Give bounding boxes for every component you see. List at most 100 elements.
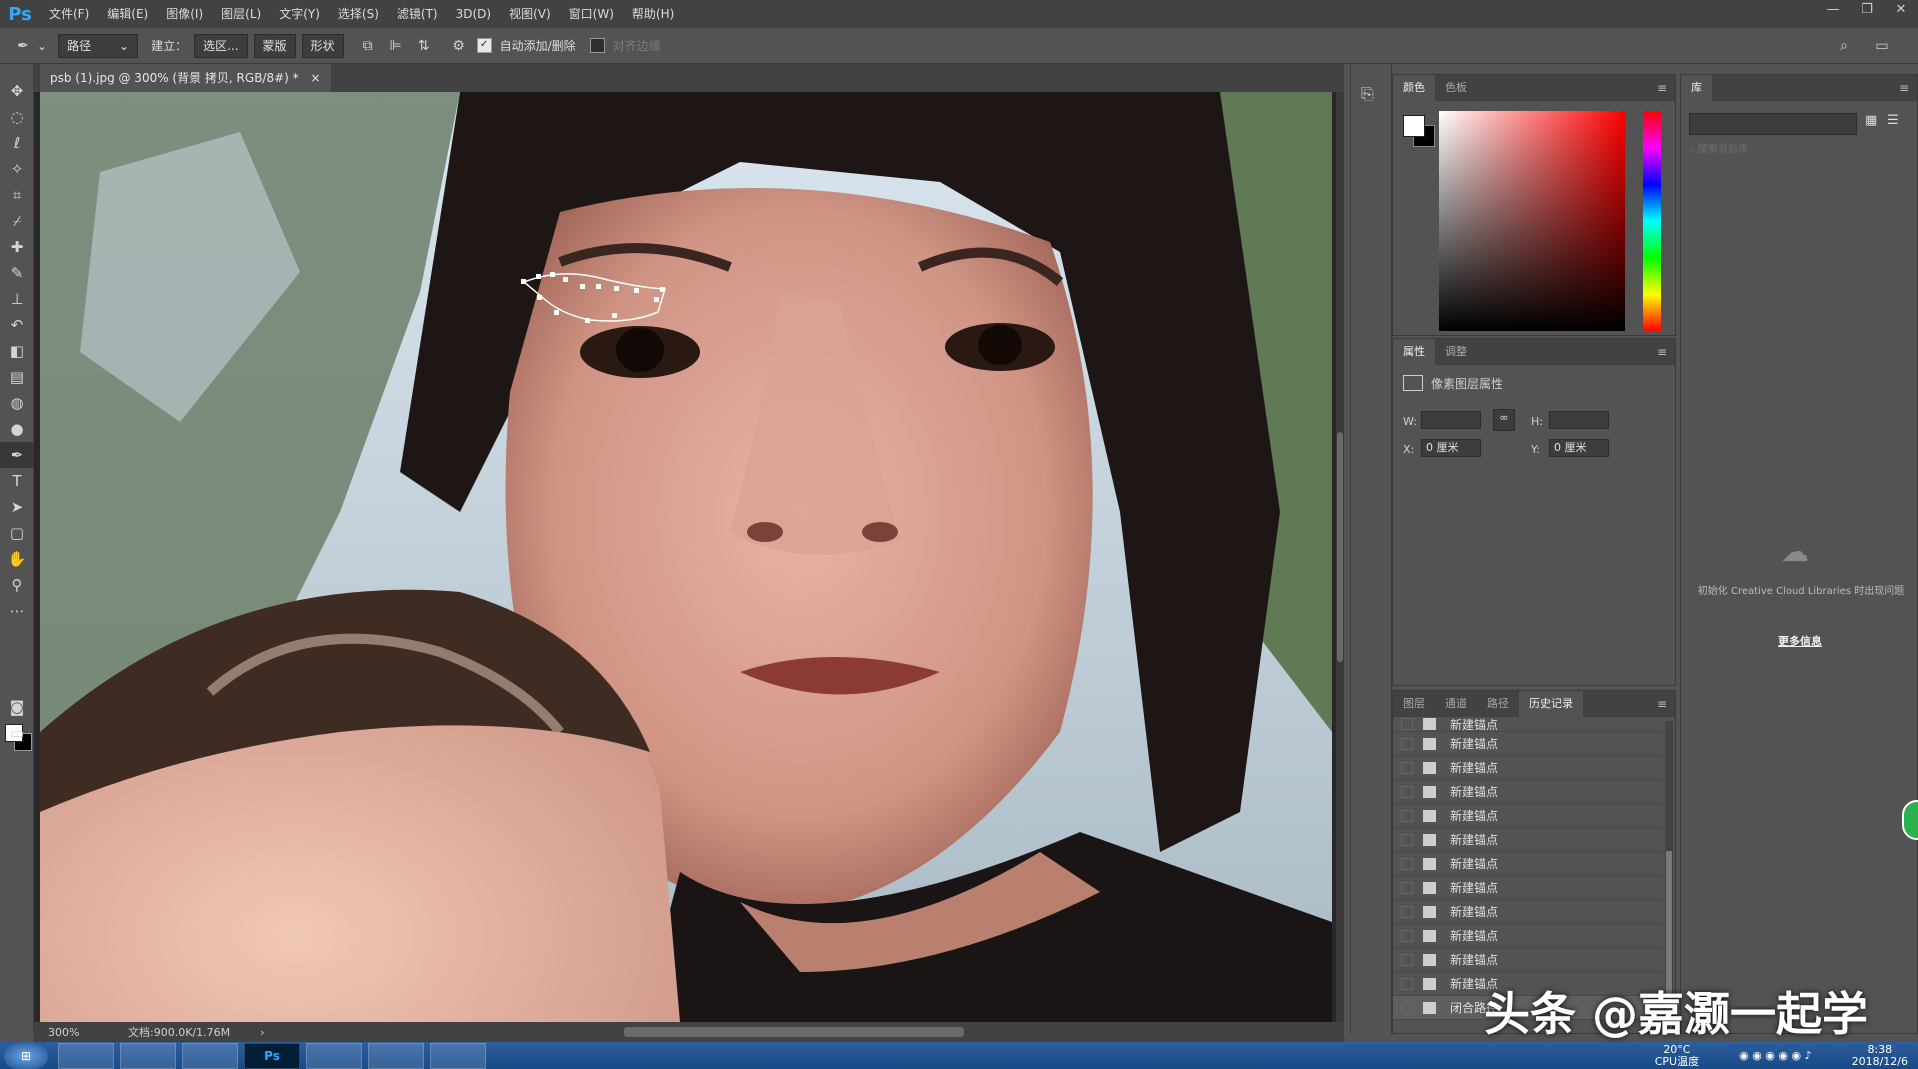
history-source-checkbox[interactable] <box>1401 809 1413 822</box>
mode-select[interactable]: 路径 ⌄ <box>58 33 139 58</box>
path-alignment-icon[interactable]: ⊫ <box>385 35 407 57</box>
x-input[interactable]: 0 厘米 <box>1421 439 1481 457</box>
mask-button[interactable]: 蒙版 <box>253 33 296 58</box>
restore-button[interactable]: ❐ <box>1850 0 1884 22</box>
eyedropper-tool-icon[interactable]: ⌿ <box>0 208 34 234</box>
history-source-checkbox[interactable] <box>1401 905 1413 918</box>
menu-view[interactable]: 视图(V) <box>500 0 560 28</box>
tab-color[interactable]: 颜色 <box>1393 75 1435 101</box>
history-source-checkbox[interactable] <box>1401 929 1413 942</box>
quick-mask-icon[interactable]: ◙ <box>0 694 34 720</box>
menu-type[interactable]: 文字(Y) <box>270 0 329 28</box>
history-item[interactable]: 新建锚点 <box>1393 852 1663 876</box>
eraser-tool-icon[interactable]: ◧ <box>0 338 34 364</box>
hue-slider[interactable] <box>1643 111 1661 331</box>
close-button[interactable]: ✕ <box>1884 0 1918 22</box>
history-source-checkbox[interactable] <box>1401 1001 1413 1014</box>
document-tab[interactable]: psb (1).jpg @ 300% (背景 拷贝, RGB/8#) * × <box>40 64 331 92</box>
tab-libraries[interactable]: 库 <box>1681 75 1712 101</box>
more-info-link[interactable]: 更多信息 <box>1681 633 1918 649</box>
tab-paths[interactable]: 路径 <box>1477 691 1519 717</box>
path-operations-icon[interactable]: ⧉ <box>357 35 379 57</box>
y-input[interactable]: 0 厘米 <box>1549 439 1609 457</box>
library-search-input[interactable]: ⌕ 搜索当前库 <box>1689 141 1913 159</box>
move-tool-icon[interactable]: ✥ <box>0 78 34 104</box>
tray-icons[interactable]: ◉ ◉ ◉ ◉ ◉ ♪ <box>1739 1049 1812 1062</box>
shape-tool-icon[interactable]: ▢ <box>0 520 34 546</box>
history-item[interactable]: 新建锚点 <box>1393 732 1663 756</box>
taskbar-app-1[interactable] <box>58 1042 114 1069</box>
crop-tool-icon[interactable]: ⌗ <box>0 182 34 208</box>
menu-file[interactable]: 文件(F) <box>40 0 98 28</box>
align-edges-checkbox[interactable] <box>589 38 605 53</box>
panel-menu-icon[interactable]: ≡ <box>1657 691 1667 717</box>
tab-adjustments[interactable]: 调整 <box>1435 339 1477 365</box>
screen-mode-icon[interactable]: ▭ <box>0 720 34 746</box>
close-tab-icon[interactable]: × <box>310 71 320 85</box>
magic-wand-tool-icon[interactable]: ✧ <box>0 156 34 182</box>
taskbar-app-photoshop[interactable]: Ps <box>244 1042 300 1069</box>
history-source-checkbox[interactable] <box>1401 785 1413 798</box>
tab-properties[interactable]: 属性 <box>1393 339 1435 365</box>
brush-tool-icon[interactable]: ✎ <box>0 260 34 286</box>
tab-layers[interactable]: 图层 <box>1393 691 1435 717</box>
menu-filter[interactable]: 滤镜(T) <box>388 0 447 28</box>
vertical-scrollbar[interactable] <box>1336 92 1344 1022</box>
search-icon[interactable]: ⌕ <box>1833 35 1855 57</box>
history-item[interactable]: 新建锚点 <box>1393 948 1663 972</box>
menu-edit[interactable]: 编辑(E) <box>98 0 157 28</box>
library-select[interactable] <box>1689 113 1857 135</box>
tab-channels[interactable]: 通道 <box>1435 691 1477 717</box>
more-tools-icon[interactable]: ⋯ <box>0 598 34 624</box>
menu-layer[interactable]: 图层(L) <box>212 0 270 28</box>
panel-menu-icon[interactable]: ≡ <box>1657 339 1667 365</box>
gear-icon[interactable]: ⚙ <box>448 35 470 57</box>
history-source-checkbox[interactable] <box>1401 718 1413 730</box>
taskbar-app-6[interactable] <box>368 1042 424 1069</box>
pen-tool-preset-icon[interactable]: ✒ <box>12 35 34 57</box>
history-item[interactable]: 新建锚点 <box>1393 900 1663 924</box>
history-source-checkbox[interactable] <box>1401 761 1413 774</box>
healing-brush-tool-icon[interactable]: ✚ <box>0 234 34 260</box>
zoom-tool-icon[interactable]: ⚲ <box>0 572 34 598</box>
history-source-checkbox[interactable] <box>1401 857 1413 870</box>
minimize-button[interactable]: — <box>1816 0 1850 22</box>
photo-canvas[interactable] <box>40 92 1332 1022</box>
gradient-tool-icon[interactable]: ▤ <box>0 364 34 390</box>
hand-tool-icon[interactable]: ✋ <box>0 546 34 572</box>
vertical-scroll-thumb[interactable] <box>1337 432 1343 662</box>
shape-button[interactable]: 形状 <box>301 33 344 58</box>
list-view-icon[interactable]: ☰ <box>1887 113 1899 128</box>
history-item[interactable]: 新建锚点 <box>1393 756 1663 780</box>
taskbar-app-5[interactable] <box>306 1042 362 1069</box>
height-input[interactable] <box>1549 411 1609 429</box>
history-source-checkbox[interactable] <box>1401 977 1413 990</box>
pen-tool-icon[interactable]: ✒ <box>0 442 34 468</box>
grid-view-icon[interactable]: ▦ <box>1865 113 1877 128</box>
history-source-checkbox[interactable] <box>1401 737 1413 750</box>
history-item[interactable]: 新建锚点 <box>1393 876 1663 900</box>
history-item[interactable]: 新建锚点 <box>1393 924 1663 948</box>
menu-help[interactable]: 帮助(H) <box>623 0 683 28</box>
start-button[interactable]: ⊞ <box>4 1042 48 1069</box>
canvas-area[interactable] <box>34 92 1344 1022</box>
history-source-checkbox[interactable] <box>1401 881 1413 894</box>
history-item[interactable]: 新建锚点 <box>1393 717 1663 732</box>
lasso-tool-icon[interactable]: ℓ <box>0 130 34 156</box>
taskbar-app-3[interactable] <box>182 1042 238 1069</box>
menu-image[interactable]: 图像(I) <box>157 0 212 28</box>
dodge-tool-icon[interactable]: ● <box>0 416 34 442</box>
status-menu-arrow[interactable]: › <box>260 1026 264 1039</box>
taskbar-app-7[interactable] <box>430 1042 486 1069</box>
weather-widget[interactable]: 20°C CPU温度 <box>1655 1043 1699 1068</box>
menu-3d[interactable]: 3D(D) <box>447 0 500 28</box>
path-arrangement-icon[interactable]: ⇅ <box>413 35 435 57</box>
taskbar-app-2[interactable] <box>120 1042 176 1069</box>
blur-tool-icon[interactable]: ◍ <box>0 390 34 416</box>
floating-assistant-bubble[interactable] <box>1902 800 1918 840</box>
history-panel-icon[interactable]: ⎘ <box>1361 84 1391 104</box>
menu-window[interactable]: 窗口(W) <box>560 0 623 28</box>
panel-menu-icon[interactable]: ≡ <box>1899 75 1909 101</box>
color-field[interactable] <box>1439 111 1625 331</box>
auto-add-delete-checkbox[interactable]: ✓ <box>476 38 492 53</box>
